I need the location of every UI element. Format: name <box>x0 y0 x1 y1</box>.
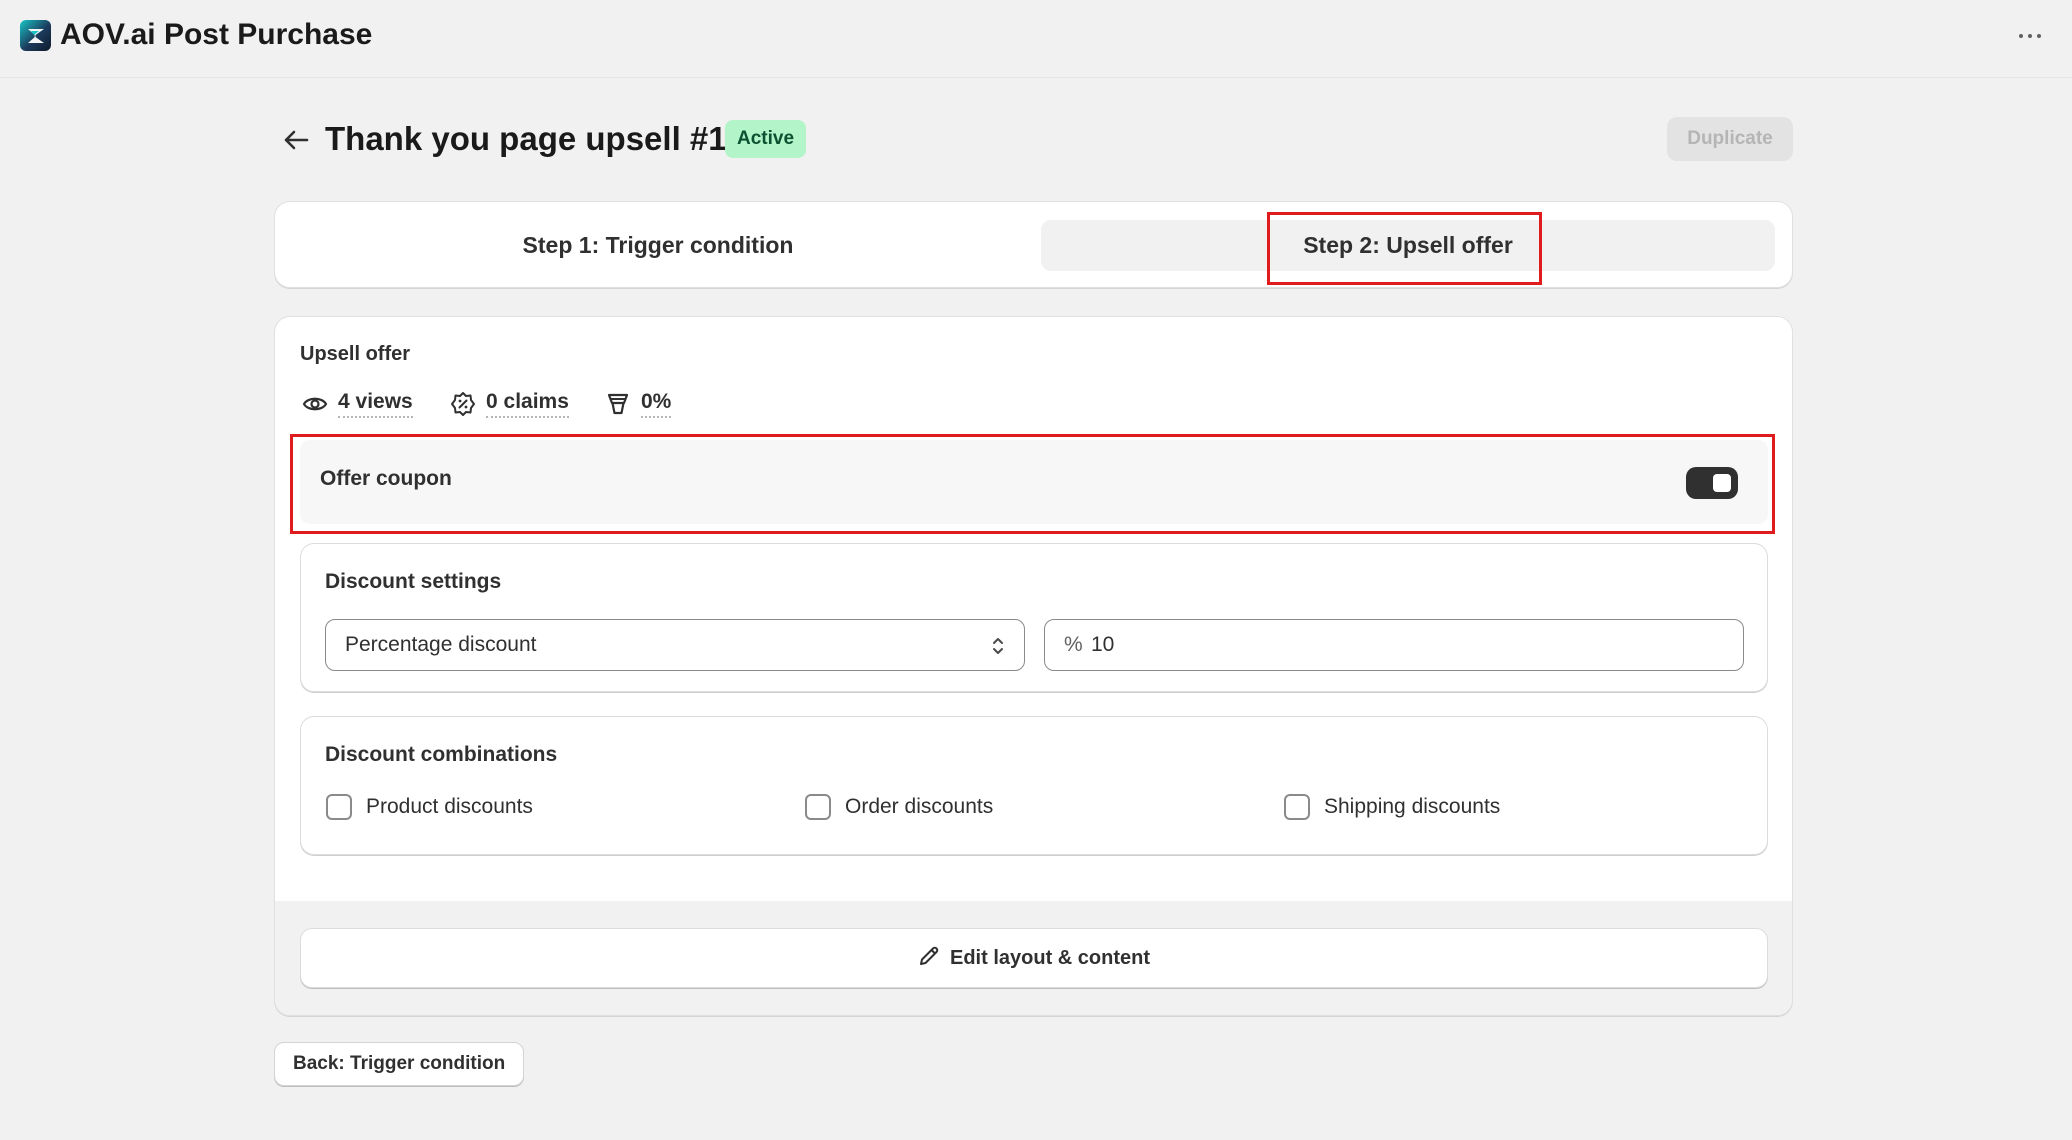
checkbox-label: Order discounts <box>845 795 994 818</box>
product-discounts-checkbox[interactable]: Product discounts <box>326 794 533 820</box>
discount-type-value: Percentage discount <box>345 633 537 656</box>
edit-layout-button[interactable]: Edit layout & content <box>300 928 1768 988</box>
discount-combinations-title: Discount combinations <box>325 743 558 766</box>
discount-value: 10 <box>1091 633 1115 656</box>
discount-settings-title: Discount settings <box>325 570 502 593</box>
checkbox-box[interactable] <box>326 794 352 820</box>
funnel-icon <box>605 391 631 417</box>
views-stat[interactable]: 4 views <box>302 387 413 421</box>
back-trigger-condition-button[interactable]: Back: Trigger condition <box>274 1042 525 1086</box>
page-title: Thank you page upsell #1 <box>325 120 727 157</box>
tab-step-1-trigger-condition[interactable]: Step 1: Trigger condition <box>293 220 1023 271</box>
offer-coupon-row: Offer coupon <box>300 440 1768 524</box>
status-badge: Active <box>725 120 807 158</box>
pencil-icon <box>918 945 940 972</box>
app-title: AOV.ai Post Purchase <box>60 18 373 51</box>
checkbox-label: Product discounts <box>366 795 533 818</box>
edit-layout-label: Edit layout & content <box>950 946 1150 969</box>
views-value: 4 views <box>338 390 413 418</box>
discount-combinations-card: Discount combinations Product discounts … <box>300 716 1768 855</box>
tab-label: Step 1: Trigger condition <box>522 232 794 258</box>
claims-value: 0 claims <box>486 390 569 418</box>
discount-badge-icon <box>450 391 476 417</box>
aov-logo-icon <box>20 20 51 51</box>
steps-card: Step 1: Trigger condition Step 2: Upsell… <box>274 201 1793 288</box>
checkbox-label: Shipping discounts <box>1324 795 1501 818</box>
percent-prefix: % <box>1064 633 1083 656</box>
offer-coupon-label: Offer coupon <box>320 467 452 490</box>
checkbox-box[interactable] <box>1284 794 1310 820</box>
eye-icon <box>302 391 328 417</box>
offer-coupon-toggle[interactable] <box>1686 467 1738 499</box>
discount-settings-card: Discount settings Percentage discount % … <box>300 543 1768 692</box>
discount-type-select[interactable]: Percentage discount <box>325 619 1025 671</box>
claims-stat[interactable]: 0 claims <box>450 387 569 421</box>
shipping-discounts-checkbox[interactable]: Shipping discounts <box>1284 794 1500 820</box>
duplicate-button[interactable]: Duplicate <box>1667 117 1793 161</box>
select-chevrons-icon <box>990 634 1006 658</box>
upsell-offer-card: Upsell offer 4 views 0 claims 0% Offer c… <box>274 316 1793 1016</box>
tab-label: Step 2: Upsell offer <box>1303 232 1513 258</box>
app-top-bar: AOV.ai Post Purchase <box>0 0 2072 78</box>
discount-value-input[interactable]: % 10 <box>1044 619 1744 671</box>
tab-step-2-upsell-offer[interactable]: Step 2: Upsell offer <box>1041 220 1775 271</box>
conversion-value: 0% <box>641 390 672 418</box>
checkbox-box[interactable] <box>805 794 831 820</box>
card-footer: Edit layout & content <box>275 901 1792 1015</box>
section-title: Upsell offer <box>300 343 411 365</box>
back-arrow-icon[interactable] <box>280 124 312 156</box>
toggle-knob <box>1713 474 1731 492</box>
conversion-stat[interactable]: 0% <box>605 387 672 421</box>
order-discounts-checkbox[interactable]: Order discounts <box>805 794 993 820</box>
more-horizontal-icon[interactable] <box>2010 22 2050 50</box>
